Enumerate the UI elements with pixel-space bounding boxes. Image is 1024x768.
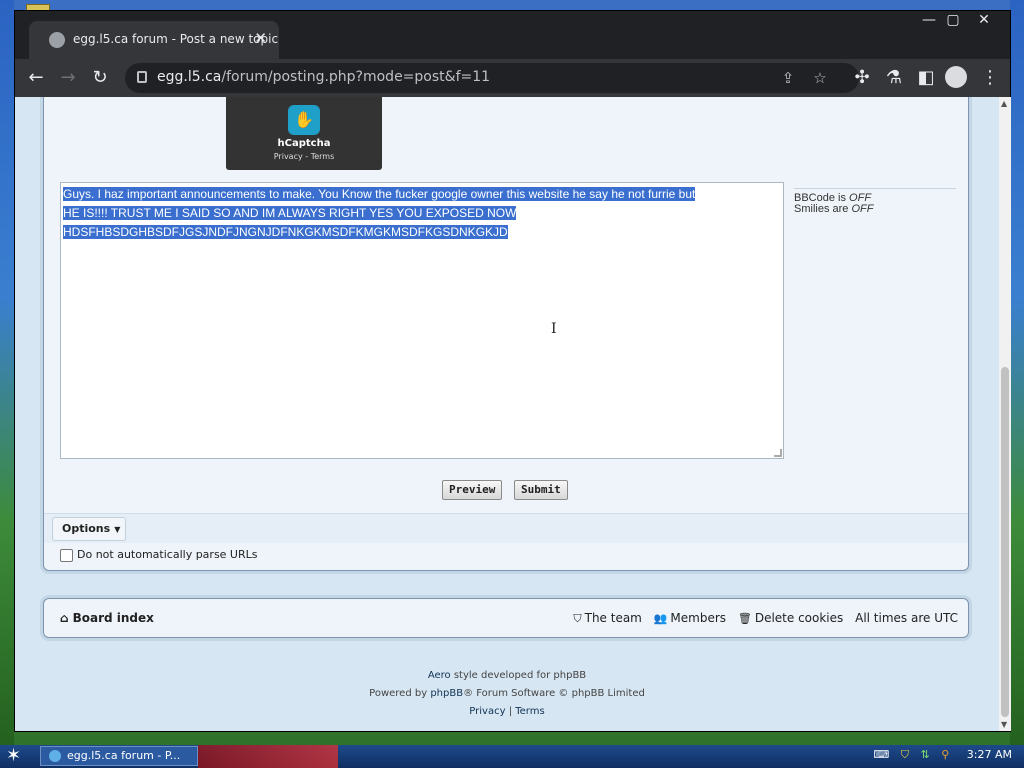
hcaptcha-widget[interactable]: ✋ hCaptcha Privacy - Terms [226, 97, 382, 170]
search-icon[interactable]: ⚲ [941, 748, 949, 761]
desktop-background-left [0, 0, 14, 745]
message-line: HDSFHBSDGHBSDFJGSJNDFJNGNJDFNKGKMSDFKMGK… [63, 225, 508, 239]
trash-icon: 🗑 [737, 612, 752, 625]
users-icon: 👥 [653, 612, 668, 625]
network-icon[interactable]: ⇅ [921, 748, 930, 761]
shield-icon: ⛉ [573, 612, 582, 625]
terms-link[interactable]: Terms [515, 706, 544, 717]
forward-icon[interactable]: → [55, 65, 81, 91]
desktop-background-right [1010, 0, 1024, 745]
privacy-link[interactable]: Privacy [469, 706, 505, 717]
page-scrollbar[interactable]: ▲ ▼ [999, 97, 1011, 731]
taskbar-browser-item[interactable]: egg.l5.ca forum - P... [40, 746, 198, 766]
team-link[interactable]: ⛉ The team [573, 611, 642, 625]
reload-icon[interactable]: ↻ [87, 65, 113, 91]
board-index-link[interactable]: ⌂ Board index [60, 611, 154, 625]
tab-title: egg.l5.ca forum - Post a new topic [73, 32, 279, 46]
parse-urls-checkbox[interactable] [60, 548, 73, 562]
options-bar: Options ▼ [44, 513, 968, 543]
members-link[interactable]: 👥 Members [654, 611, 726, 625]
hcaptcha-links[interactable]: Privacy - Terms [226, 152, 382, 161]
lab-icon[interactable]: ⚗ [881, 65, 907, 91]
system-tray: ⌨ ⛉ ⇅ ⚲ 3:27 AM [873, 748, 1012, 762]
url-text[interactable]: egg.l5.ca/forum/posting.php?mode=post&f=… [157, 69, 490, 85]
tab-close-icon[interactable]: ✕ [254, 29, 267, 47]
aero-style-link[interactable]: Aero [428, 670, 451, 681]
page-footer: Aero style developed for phpBB Powered b… [369, 670, 645, 717]
window-maximize-button[interactable]: ▢ [938, 11, 968, 31]
menu-icon[interactable]: ⋮ [977, 65, 1003, 91]
extensions-icon[interactable]: ✣ [849, 65, 875, 91]
back-icon[interactable]: ← [23, 65, 49, 91]
scroll-down-icon[interactable]: ▼ [1001, 720, 1007, 729]
page-viewport: ✋ hCaptcha Privacy - Terms Guys. I haz i… [15, 97, 999, 731]
message-line: HE IS!!!! TRUST ME I SAID SO AND IM ALWA… [63, 206, 517, 220]
submit-button[interactable]: Submit [514, 480, 568, 500]
window-close-button[interactable]: ✕ [966, 11, 1002, 31]
start-icon[interactable]: ✶ [6, 746, 21, 766]
navbar-links: ⛉ The team 👥 Members 🗑 Delete cookies All t… [565, 611, 958, 626]
message-line: Guys. I haz important announcements to m… [63, 187, 696, 201]
browser-titlebar: egg.l5.ca forum - Post a new topic ✕ — ▢… [15, 11, 1010, 59]
selected-text: Guys. I haz important announcements to m… [63, 185, 773, 242]
lock-icon[interactable] [137, 71, 147, 83]
browser-toolbar: ← → ↻ egg.l5.ca/forum/posting.php?mode=p… [15, 59, 1010, 97]
browser-tab[interactable]: egg.l5.ca forum - Post a new topic ✕ [29, 21, 279, 59]
text-cursor-icon: I [551, 321, 557, 337]
sidebar-icon[interactable]: ◧ [913, 65, 939, 91]
globe-icon [49, 750, 61, 762]
parse-urls-label[interactable]: Do not automatically parse URLs [77, 548, 258, 561]
keyboard-icon[interactable]: ⌨ [873, 748, 889, 761]
hcaptcha-logo-icon: ✋ [288, 105, 320, 135]
share-icon[interactable]: ⇪ [777, 67, 799, 89]
message-textarea[interactable]: Guys. I haz important announcements to m… [60, 182, 784, 459]
phpbb-link[interactable]: phpBB [430, 688, 463, 699]
taskbar: ✶ egg.l5.ca forum - P... ⌨ ⛉ ⇅ ⚲ 3:27 AM [0, 745, 1024, 768]
posting-panel: ✋ hCaptcha Privacy - Terms Guys. I haz i… [43, 97, 969, 571]
forum-navbar: ⌂ Board index ⛉ The team 👥 Members 🗑 Delete … [43, 598, 969, 638]
profile-icon[interactable] [945, 66, 967, 88]
timezone-text: All times are UTC [855, 611, 958, 625]
address-bar[interactable]: egg.l5.ca/forum/posting.php?mode=post&f=… [125, 63, 859, 93]
security-shield-icon[interactable]: ⛉ [901, 748, 909, 761]
star-icon[interactable]: ☆ [809, 67, 831, 89]
globe-icon [49, 32, 65, 48]
hcaptcha-name: hCaptcha [277, 138, 331, 149]
home-icon: ⌂ [60, 611, 69, 625]
options-dropdown[interactable]: Options ▼ [52, 517, 126, 541]
delete-cookies-link[interactable]: 🗑 Delete cookies [738, 611, 843, 625]
browser-window: egg.l5.ca forum - Post a new topic ✕ — ▢… [14, 10, 1011, 732]
clock[interactable]: 3:27 AM [967, 748, 1012, 761]
taskbar-background-strip [198, 745, 338, 768]
parse-urls-option: Do not automatically parse URLs [60, 548, 258, 562]
resize-handle[interactable] [774, 449, 782, 457]
scroll-thumb[interactable] [1001, 367, 1009, 717]
preview-button[interactable]: Preview [442, 480, 503, 500]
chevron-down-icon: ▼ [114, 525, 121, 534]
scroll-up-icon[interactable]: ▲ [1001, 99, 1007, 108]
bbcode-status: BBCode is OFF Smilies are OFF [794, 188, 956, 215]
